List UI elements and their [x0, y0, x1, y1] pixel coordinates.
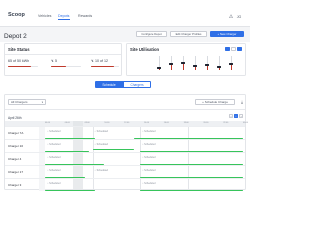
logo[interactable]: Scoop	[8, 12, 25, 18]
schedule-charge-button[interactable]: + Schedule Charge	[195, 99, 235, 105]
timeline-tick: 12:00	[124, 122, 130, 124]
schedule-date: April 26th	[8, 116, 22, 120]
slider-knob[interactable]	[205, 64, 209, 66]
charger-row[interactable]: Charger 4 ○ Scheduled ○ Scheduled	[5, 152, 245, 165]
charger-row[interactable]: Charger 3 ○ Scheduled ○ Scheduled	[5, 178, 245, 191]
view-toggle-2[interactable]	[231, 47, 236, 51]
timeline-tick: 22:00	[223, 122, 229, 124]
charging-session-bar[interactable]	[45, 189, 95, 191]
energy-stat: 65 of 50 kWh	[8, 59, 30, 63]
page-title: Depot 2	[4, 33, 27, 40]
timeline-tick: 08:00	[84, 122, 90, 124]
utilisation-slider[interactable]	[203, 56, 211, 74]
slider-fill	[182, 62, 184, 70]
timeline-tick: 20:00	[203, 122, 209, 124]
view-toggle-3[interactable]	[237, 47, 242, 51]
scheduled-event[interactable]: ○ Scheduled	[95, 169, 108, 172]
charger-row[interactable]: Charger 7A ○ Scheduled ○ Scheduled ○ Schedu…	[5, 126, 245, 139]
charger-row-label: Charger 7A	[8, 131, 24, 135]
timeline-tick: 14:00	[144, 122, 150, 124]
charger-filter-select[interactable]: All Chargers ▾	[8, 99, 46, 105]
row-gutter	[39, 179, 45, 191]
scheduled-event[interactable]: ○ Scheduled	[142, 156, 155, 159]
scheduled-event[interactable]: ○ Scheduled	[142, 182, 155, 185]
view-toggle-1[interactable]	[225, 47, 230, 51]
slider-knob[interactable]	[157, 67, 161, 69]
today-button[interactable]: •	[234, 114, 238, 118]
nav-active-indicator	[58, 19, 70, 20]
row-gutter	[39, 140, 45, 152]
power-stat: ↯ 5	[51, 59, 58, 63]
charger-row-label: Charger 10	[8, 144, 24, 148]
avatar-icon[interactable]: JG	[236, 14, 242, 20]
site-utilisation-title: Site Utilisation	[130, 47, 160, 52]
slider-knob[interactable]	[169, 63, 173, 65]
energy-bar-fill	[8, 66, 32, 68]
charger-row-label: Charger 17	[8, 170, 24, 174]
chargers-bar	[91, 66, 119, 68]
row-gutter	[39, 153, 45, 165]
charger-row[interactable]: Charger 17 ○ Scheduled ○ Scheduled ○ Schedu…	[5, 165, 245, 178]
divider	[5, 54, 121, 55]
nav-depots[interactable]: Depots	[58, 14, 69, 18]
timeline-tick: 18:00	[183, 122, 189, 124]
timeline-tick: 04:00	[45, 122, 51, 124]
slider-knob[interactable]	[217, 65, 221, 68]
nav-vehicles[interactable]: Vehicles	[38, 14, 51, 18]
power-bar-fill	[51, 66, 66, 68]
slider-knob[interactable]	[229, 63, 233, 65]
chargers-stat: ↯ 10 of 12	[91, 59, 108, 63]
scheduled-event[interactable]: ○ Scheduled	[142, 130, 155, 133]
site-status-title: Site Status	[8, 47, 30, 52]
scheduled-event[interactable]: ○ Scheduled	[47, 143, 60, 146]
row-gutter	[39, 127, 45, 139]
energy-bar	[8, 66, 38, 68]
scheduled-event[interactable]: ○ Scheduled	[47, 182, 60, 185]
tab-schedule[interactable]: Schedule	[95, 81, 123, 88]
chevron-down-icon: ▾	[41, 101, 43, 104]
utilisation-slider[interactable]	[227, 56, 235, 74]
schedule-panel: All Chargers ▾ + Schedule Charge ⤓ April…	[4, 94, 249, 191]
utilisation-slider[interactable]	[179, 56, 187, 74]
charger-filter-label: All Chargers	[11, 100, 28, 104]
timeline-tick: 00:00	[243, 122, 249, 124]
charger-row-label: Charger 4	[8, 157, 22, 161]
charging-session-bar[interactable]	[92, 148, 135, 150]
utilisation-slider[interactable]	[155, 56, 163, 74]
charger-row[interactable]: Charger 10 ○ Scheduled ○ Scheduled ○ Schedu…	[5, 139, 245, 152]
scheduled-event[interactable]: ○ Scheduled	[142, 143, 155, 146]
site-status-card: Site Status 65 of 50 kWh ↯ 5 ↯ 10 of 12	[4, 43, 122, 76]
prev-day-button[interactable]: ‹	[229, 114, 233, 118]
scheduled-event[interactable]: ○ Scheduled	[95, 143, 108, 146]
download-icon[interactable]: ⤓	[239, 99, 245, 105]
utilisation-slider[interactable]	[191, 56, 199, 74]
row-gutter	[39, 166, 45, 178]
timeline-tick: 10:00	[104, 122, 110, 124]
utilisation-slider[interactable]	[215, 56, 223, 74]
scheduled-event[interactable]: ○ Scheduled	[47, 156, 60, 159]
slider-knob[interactable]	[181, 61, 185, 64]
edit-charger-profiles-button[interactable]: Edit Charger Profiles	[170, 31, 207, 37]
scheduled-event[interactable]: ○ Scheduled	[47, 169, 60, 172]
scheduled-event[interactable]: ○ Scheduled	[142, 169, 155, 172]
charger-row-label: Charger 3	[8, 183, 22, 187]
utilisation-slider[interactable]	[167, 56, 175, 74]
timeline-tick: 16:00	[163, 122, 169, 124]
tab-chargers[interactable]: Chargers	[123, 81, 151, 88]
chargers-bar-fill	[91, 66, 115, 68]
site-utilisation-card: Site Utilisation	[126, 43, 246, 76]
scheduled-event[interactable]: ○ Scheduled	[47, 130, 60, 133]
scheduled-event[interactable]: ○ Scheduled	[95, 130, 108, 133]
timeline-tick: 06:00	[64, 122, 70, 124]
alert-icon[interactable]: ⚠	[228, 14, 234, 20]
power-bar	[51, 66, 81, 68]
next-day-button[interactable]: ›	[239, 114, 243, 118]
configure-depot-button[interactable]: Configure Depot	[136, 31, 167, 37]
divider	[5, 109, 245, 110]
nav-rewards[interactable]: Rewards	[78, 14, 92, 18]
charging-session-bar[interactable]	[140, 189, 243, 191]
new-charger-button[interactable]: + New Charger	[210, 31, 244, 37]
slider-knob[interactable]	[193, 64, 197, 67]
